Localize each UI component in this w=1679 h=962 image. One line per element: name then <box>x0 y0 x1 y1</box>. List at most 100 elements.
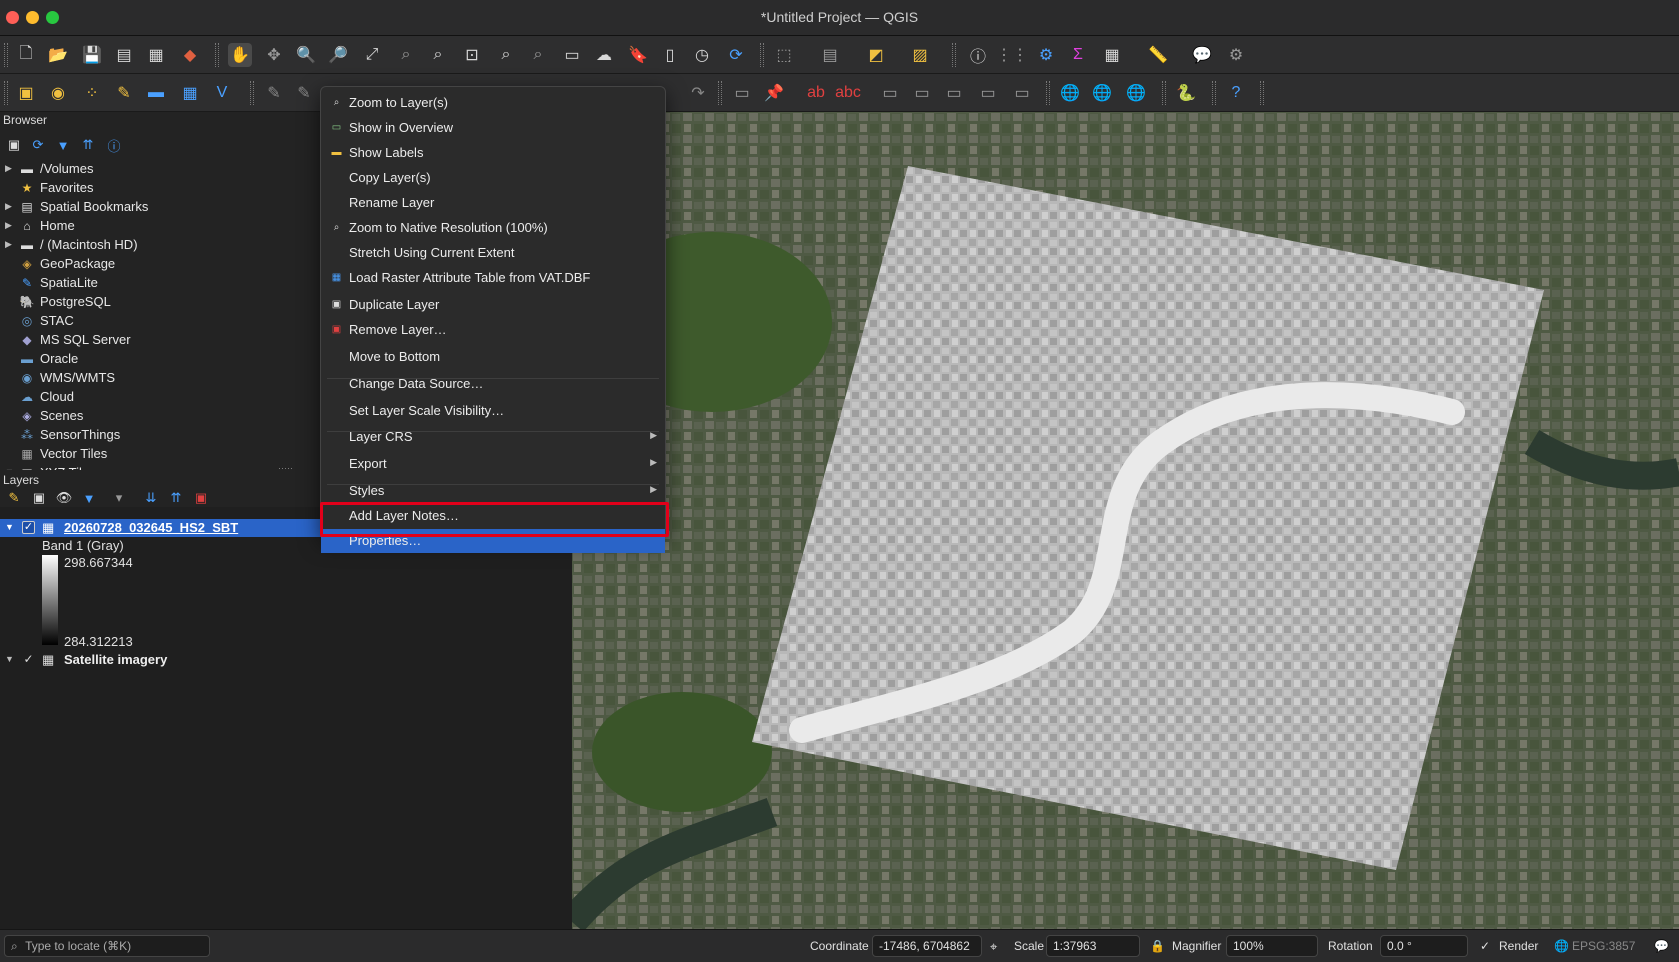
collapse-all-layers-icon[interactable]: ⇈ <box>167 489 185 507</box>
coordinate-field[interactable]: -17486, 6704862 <box>872 935 982 957</box>
menu-item[interactable]: ▣ Remove Layer… <box>321 318 665 342</box>
new-bookmark-icon[interactable]: 🔖 <box>626 43 650 67</box>
add-wcs-layer-icon[interactable]: 🌐 <box>1124 81 1148 105</box>
layer-name[interactable]: 20260728_032645_HS2_SBT <box>64 520 238 535</box>
add-wms-layer-icon[interactable]: 🌐 <box>1058 81 1082 105</box>
browser-item[interactable]: ★ Favorites <box>0 179 322 197</box>
lock-scale-icon[interactable]: 🔒 <box>1150 939 1165 953</box>
settings-gear-icon[interactable]: ⚙ <box>1034 43 1058 67</box>
select-features-icon[interactable]: ⬚ <box>772 43 796 67</box>
toolbar-grip[interactable] <box>718 81 722 105</box>
magnifier-field[interactable]: 100% <box>1226 935 1318 957</box>
crs-value[interactable]: EPSG:3857 <box>1572 939 1635 953</box>
statistics-sigma-icon[interactable]: Σ <box>1066 43 1090 67</box>
attribute-table-tool-icon[interactable]: ▤ <box>818 43 842 67</box>
browser-item[interactable]: ▬ Oracle <box>0 350 322 368</box>
expand-arrow-icon[interactable]: ▶ <box>5 239 12 250</box>
redo-icon[interactable]: ↷ <box>686 81 710 105</box>
browser-item[interactable]: ▶ ▬ / (Macintosh HD) <box>0 236 322 254</box>
browser-item[interactable]: 🐘 PostgreSQL <box>0 293 322 311</box>
browser-item[interactable]: ☁ Cloud <box>0 388 322 406</box>
open-layer-styling-icon[interactable]: ✎ <box>5 489 23 507</box>
add-wfs-layer-icon[interactable]: 🌐 <box>1090 81 1114 105</box>
collapse-arrow-icon[interactable]: ▼ <box>5 654 14 664</box>
deselect-icon[interactable]: ◩ <box>864 43 888 67</box>
menu-item[interactable]: ⌕ Zoom to Layer(s) <box>321 91 665 115</box>
label-abc-icon[interactable]: abc <box>835 81 861 105</box>
browser-item[interactable]: ◆ MS SQL Server <box>0 331 322 349</box>
menu-item[interactable]: ▬ Show Labels <box>321 141 665 165</box>
toolbar-grip[interactable] <box>952 43 956 67</box>
toggle-editing-icon[interactable]: ✎ <box>292 81 316 105</box>
properties-widget-icon[interactable]: ⓘ <box>105 136 123 154</box>
browser-item[interactable]: ▶ ▤ Spatial Bookmarks <box>0 198 322 216</box>
new-spatialite-layer-icon[interactable]: ✎ <box>112 81 136 105</box>
layer-row-selected[interactable]: ▼ ✓ ▦ 20260728_032645_HS2_SBT <box>0 519 322 537</box>
menu-item[interactable]: Change Data Source… <box>321 372 665 396</box>
label-show-icon[interactable]: ▭ <box>976 81 1000 105</box>
browser-item[interactable]: ▶ ▬ /Volumes <box>0 160 322 178</box>
layer-name[interactable]: Satellite imagery <box>64 652 167 667</box>
browser-item[interactable]: ◈ GeoPackage <box>0 255 322 273</box>
expand-arrow-icon[interactable]: ▶ <box>5 201 12 212</box>
expand-all-icon[interactable]: ⇊ <box>142 489 160 507</box>
new-virtual-layer-v-icon[interactable]: V <box>210 81 234 105</box>
new-3d-view-icon[interactable]: ☁ <box>592 43 616 67</box>
filter-legend-icon[interactable]: ▼ <box>80 489 98 507</box>
rotation-field[interactable]: 0.0 ° <box>1380 935 1468 957</box>
browser-item[interactable]: ▦ Vector Tiles <box>0 445 322 463</box>
new-shapefile-layer-icon[interactable]: ⁘ <box>80 81 104 105</box>
expand-arrow-icon[interactable]: ▶ <box>5 220 12 231</box>
menu-item[interactable]: Rename Layer <box>321 191 665 215</box>
measure-grid-icon[interactable]: ⋮⋮ <box>996 43 1028 67</box>
browser-item[interactable]: ✎ SpatiaLite <box>0 274 322 292</box>
menu-item[interactable]: ⌕ Zoom to Native Resolution (100%) <box>321 216 665 240</box>
menu-item[interactable]: ▣ Duplicate Layer <box>321 293 665 317</box>
label-move-icon[interactable]: ▭ <box>878 81 902 105</box>
data-source-manager-icon[interactable]: ▣ <box>14 81 38 105</box>
map-tips-icon[interactable]: 💬 <box>1190 43 1214 67</box>
new-geopackage-layer-icon[interactable]: ◉ <box>46 81 70 105</box>
zoom-native-icon[interactable]: ⊡ <box>460 43 484 67</box>
field-calculator-icon[interactable]: ▦ <box>1100 43 1124 67</box>
new-project-icon[interactable]: 🗋 <box>14 43 38 67</box>
temporal-controller-icon[interactable]: ◷ <box>690 43 714 67</box>
save-project-icon[interactable]: 💾 <box>80 43 104 67</box>
menu-item[interactable]: ▦ Load Raster Attribute Table from VAT.DB… <box>321 266 665 290</box>
layer-row[interactable]: ▼ ✓ ▦ Satellite imagery <box>0 651 322 669</box>
zoom-in-icon[interactable]: 🔍 <box>294 43 318 67</box>
menu-item[interactable]: ▭ Show in Overview <box>321 116 665 140</box>
python-console-icon[interactable]: 🐍 <box>1174 81 1198 105</box>
zoom-to-layer-icon[interactable]: ⌕ <box>426 43 450 67</box>
collapse-all-icon[interactable]: ⇈ <box>79 136 97 154</box>
label-highlight-icon[interactable]: ab <box>804 81 828 105</box>
messages-icon[interactable]: 💬 <box>1654 939 1669 953</box>
toolbar-grip[interactable] <box>215 43 219 67</box>
add-group-icon[interactable]: ▣ <box>30 489 48 507</box>
toolbar-grip[interactable] <box>4 43 8 67</box>
render-checkbox[interactable]: ✓ <box>1480 939 1490 953</box>
menu-item[interactable]: Styles ▶ <box>321 479 665 503</box>
label-properties-icon[interactable]: ▭ <box>1010 81 1034 105</box>
new-virtual-layer-icon[interactable]: ▦ <box>178 81 202 105</box>
menu-item[interactable]: Set Layer Scale Visibility… <box>321 399 665 423</box>
annotation-icon[interactable]: ⚙ <box>1224 43 1248 67</box>
locator-bar[interactable]: ⌕ Type to locate (⌘K) <box>4 935 210 957</box>
remove-layer-group-icon[interactable]: ▣ <box>192 489 210 507</box>
browser-item[interactable]: ⁂ SensorThings <box>0 426 322 444</box>
browser-item[interactable]: ▶ ⌂ Home <box>0 217 322 235</box>
help-icon[interactable]: ? <box>1224 81 1248 105</box>
toolbar-grip[interactable] <box>1162 81 1166 105</box>
zoom-out-icon[interactable]: 🔎 <box>326 43 350 67</box>
zoom-next-icon[interactable]: ⌕ <box>526 43 550 67</box>
toolbar-grip[interactable] <box>4 81 8 105</box>
add-selected-layers-icon[interactable]: ▣ <box>5 136 23 154</box>
select-by-value-icon[interactable]: ▨ <box>908 43 932 67</box>
current-edits-icon[interactable]: ✎ <box>262 81 286 105</box>
new-map-view-icon[interactable]: ▭ <box>560 43 584 67</box>
collapse-arrow-icon[interactable]: ▼ <box>5 522 14 532</box>
label-rotate-icon[interactable]: ▭ <box>910 81 934 105</box>
filter-expression-icon[interactable]: ▾ <box>110 489 128 507</box>
refresh-icon[interactable]: ⟳ <box>724 43 748 67</box>
layout-manager-icon[interactable]: ▦ <box>144 43 168 67</box>
